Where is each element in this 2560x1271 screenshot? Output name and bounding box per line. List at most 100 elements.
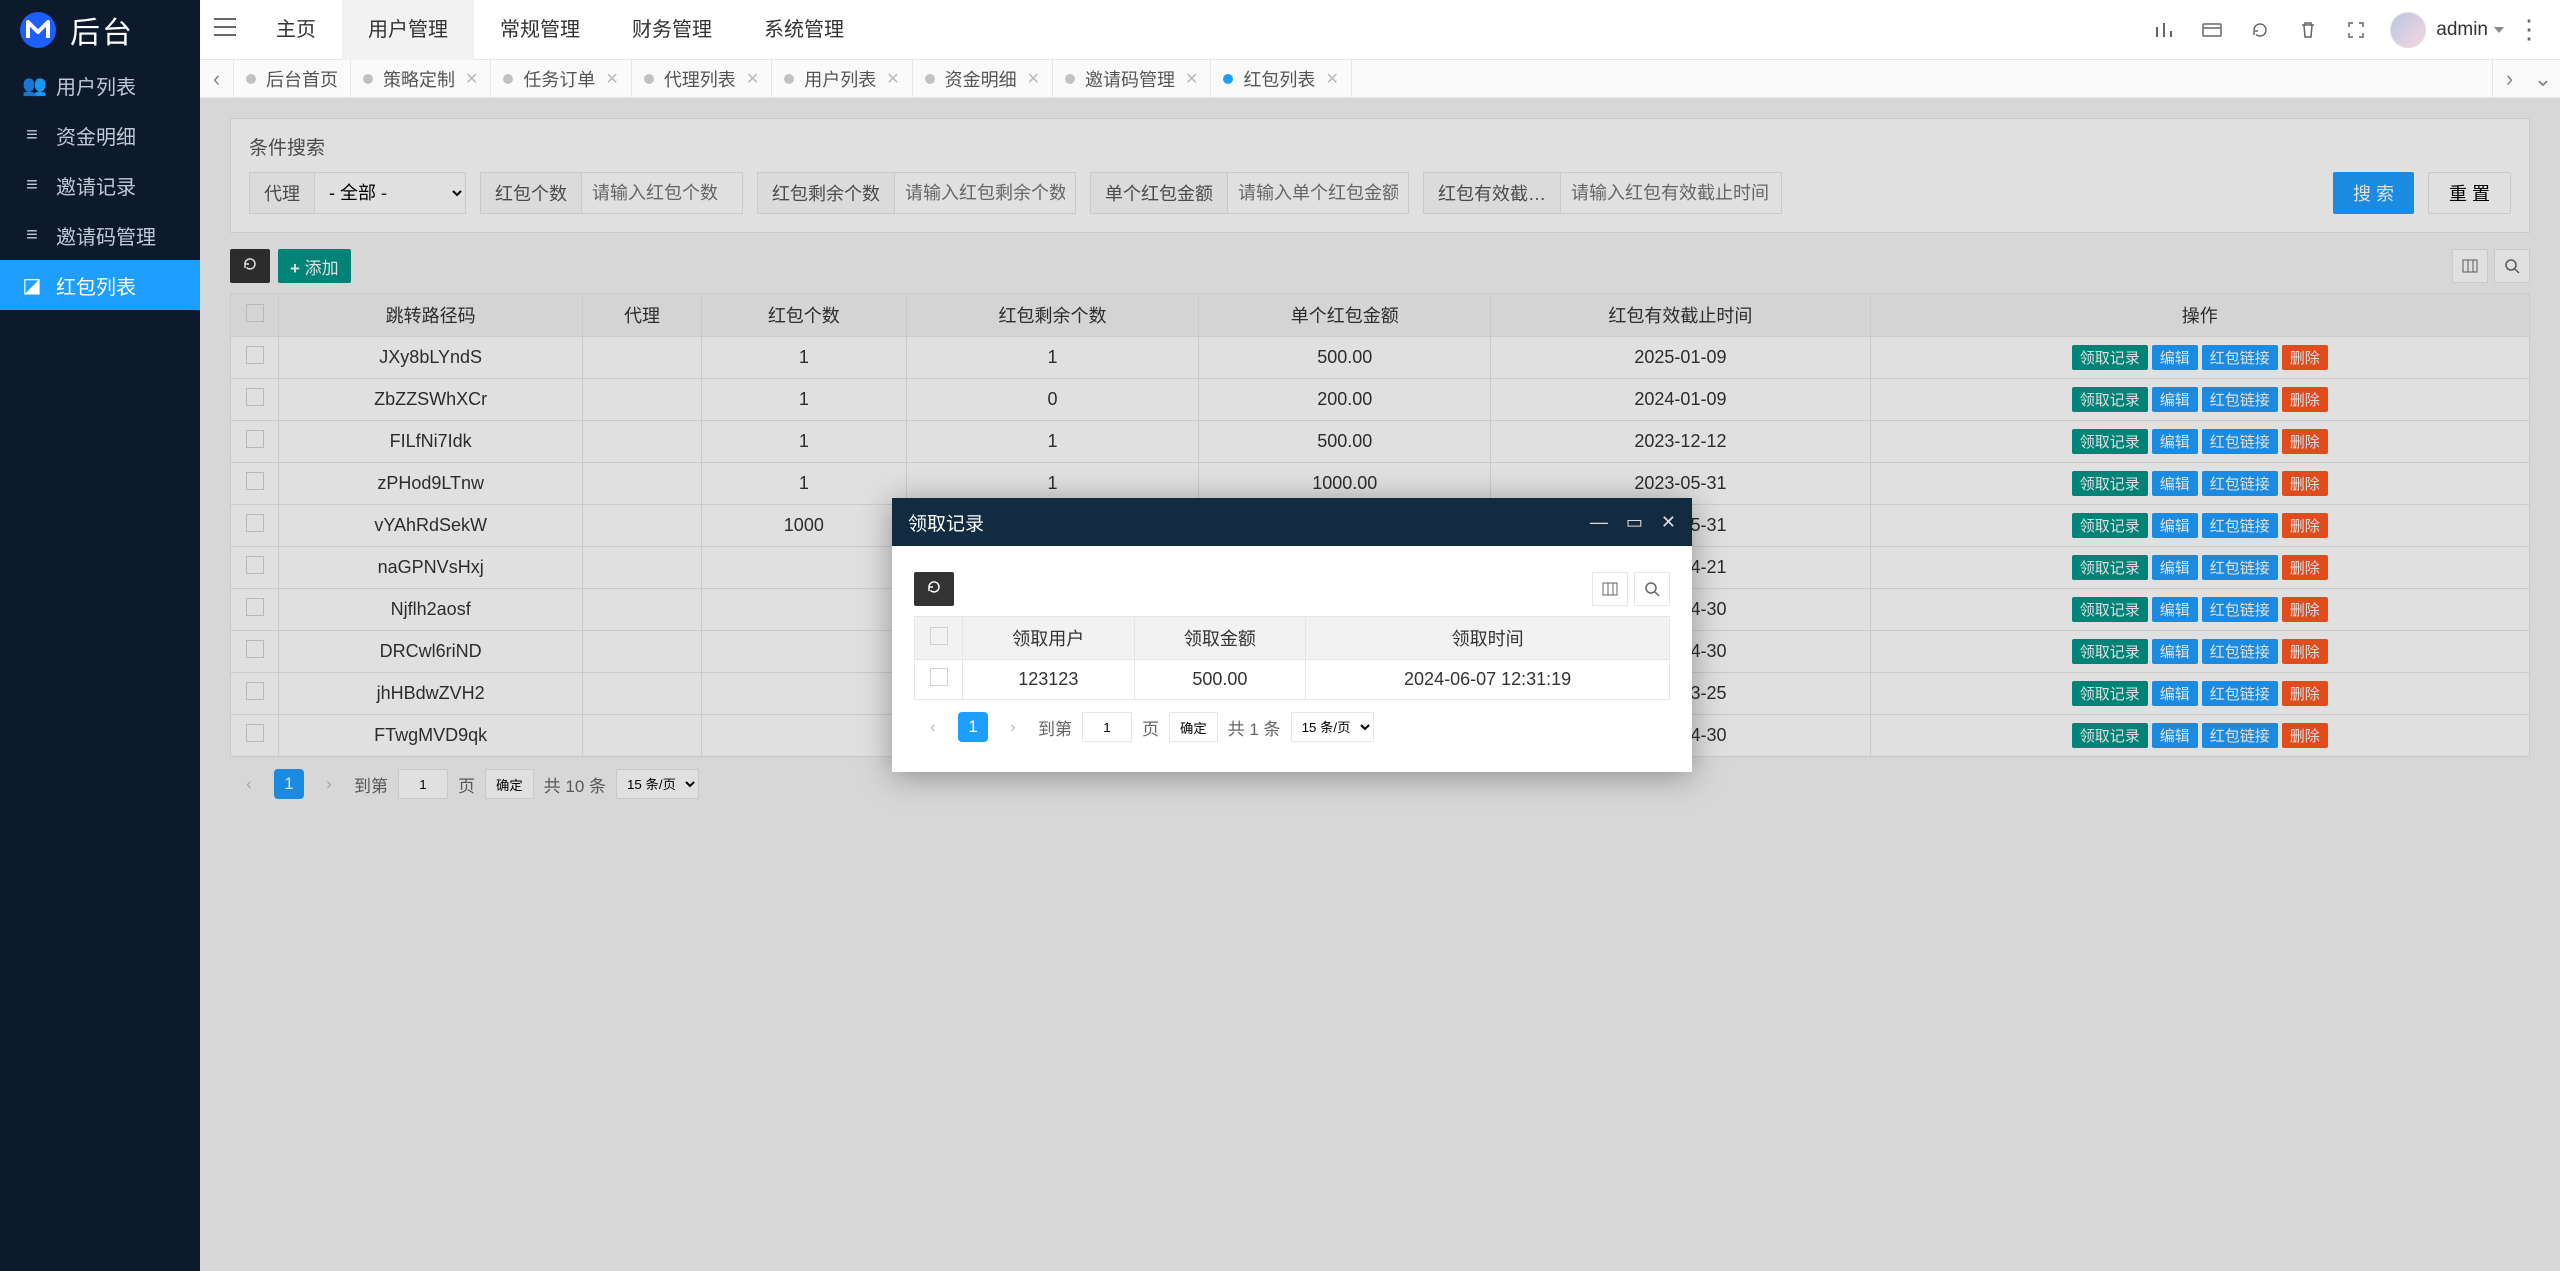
modal-columns-button[interactable] — [1592, 572, 1628, 606]
tabs-scroll-left[interactable]: ‹ — [200, 60, 234, 98]
tab-dot-icon — [925, 74, 935, 84]
logo-text: 后台 — [70, 8, 134, 52]
app-header: 后台 主页用户管理常规管理财务管理系统管理 admin ⋮ — [0, 0, 2560, 60]
tab-dot-icon — [1065, 74, 1075, 84]
tab-close-icon[interactable]: ✕ — [1325, 69, 1338, 89]
sidebar-item[interactable]: ◪ 红包列表 — [0, 260, 200, 310]
modal-select-all[interactable] — [930, 627, 948, 645]
modal-close-icon[interactable]: ✕ — [1661, 512, 1676, 533]
modal-header-cell: 领取金额 — [1134, 617, 1306, 660]
tab[interactable]: 用户列表 ✕ — [772, 60, 912, 98]
sidebar-item-icon: ≡ — [22, 124, 42, 147]
tab[interactable]: 代理列表 ✕ — [632, 60, 772, 98]
sidebar-toggle[interactable] — [200, 18, 250, 42]
columns-icon — [1602, 582, 1618, 596]
tab-close-icon[interactable]: ✕ — [746, 69, 759, 89]
sidebar-item-icon: 👥 — [22, 73, 42, 98]
modal-body: 领取用户领取金额领取时间 123123500.002024-06-07 12:3… — [892, 546, 1692, 772]
sidebar-item-label: 资金明细 — [56, 121, 136, 150]
tab[interactable]: 后台首页 — [234, 60, 351, 98]
sidebar-item-label: 红包列表 — [56, 271, 136, 300]
top-nav-item[interactable]: 用户管理 — [342, 0, 474, 60]
top-nav-item[interactable]: 财务管理 — [606, 0, 738, 60]
modal-pager-prev[interactable]: ‹ — [918, 712, 948, 742]
modal-pager-next[interactable]: › — [998, 712, 1028, 742]
modal-header-cell: 领取时间 — [1306, 617, 1670, 660]
modal-min-icon[interactable]: ― — [1590, 512, 1608, 533]
menu-icon — [214, 18, 236, 36]
modal-pagination: ‹ 1 › 到第 页 确定 共 1 条 15 条/页 — [914, 700, 1670, 754]
header-right: admin ⋮ — [2140, 0, 2560, 60]
modal-titlebar: 领取记录 ― ▭ ✕ — [892, 498, 1692, 546]
fullscreen-icon[interactable] — [2332, 0, 2380, 60]
sidebar-item-icon: ≡ — [22, 224, 42, 247]
more-menu[interactable]: ⋮ — [2516, 14, 2542, 45]
modal-pager-confirm[interactable]: 确定 — [1169, 712, 1218, 742]
modal-row-checkbox[interactable] — [930, 668, 948, 686]
modal-pager-total: 共 1 条 — [1228, 715, 1281, 740]
user-menu-caret[interactable] — [2494, 27, 2504, 33]
modal-pager-goto-input[interactable] — [1082, 712, 1132, 742]
modal-max-icon[interactable]: ▭ — [1626, 512, 1643, 533]
tab-close-icon[interactable]: ✕ — [605, 69, 618, 89]
avatar[interactable] — [2390, 12, 2426, 48]
tab-label: 策略定制 — [383, 66, 455, 92]
cell-amount: 500.00 — [1134, 660, 1306, 700]
tab-close-icon[interactable]: ✕ — [465, 69, 478, 89]
top-nav-item[interactable]: 主页 — [250, 0, 342, 60]
tab[interactable]: 红包列表 ✕ — [1211, 60, 1351, 98]
sidebar-item[interactable]: ≡邀请码管理 — [0, 210, 200, 260]
sidebar-item-icon: ◪ — [22, 273, 42, 298]
record-modal: 领取记录 ― ▭ ✕ 领取用户领取金额领取时间 123123500.002024… — [892, 498, 1692, 772]
tabs-scroll-right[interactable]: › — [2492, 60, 2526, 98]
sidebar-item-icon: ≡ — [22, 174, 42, 197]
user-name: admin — [2436, 19, 2488, 41]
tab-dot-icon — [1223, 74, 1233, 84]
modal-table: 领取用户领取金额领取时间 123123500.002024-06-07 12:3… — [914, 616, 1670, 700]
tab[interactable]: 邀请码管理 ✕ — [1053, 60, 1211, 98]
tab-dot-icon — [503, 74, 513, 84]
top-nav: 主页用户管理常规管理财务管理系统管理 — [250, 0, 870, 60]
tab-close-icon[interactable]: ✕ — [886, 69, 899, 89]
tab[interactable]: 任务订单✕ — [491, 60, 631, 98]
modal-refresh-button[interactable] — [914, 572, 954, 606]
search-icon — [1644, 581, 1660, 597]
sidebar: 👥 用户列表 ≡ 资金明细 ≡邀请记录≡邀请码管理 ◪ 红包列表 — [0, 60, 200, 1271]
sidebar-item-label: 用户列表 — [56, 71, 136, 100]
sidebar-item[interactable]: 👥 用户列表 — [0, 60, 200, 110]
tab[interactable]: 资金明细 ✕ — [913, 60, 1053, 98]
modal-title-text: 领取记录 — [908, 509, 984, 536]
tab[interactable]: 策略定制 ✕ — [351, 60, 491, 98]
top-nav-item[interactable]: 系统管理 — [738, 0, 870, 60]
tab-dot-icon — [246, 74, 256, 84]
card-icon[interactable] — [2188, 0, 2236, 60]
logo: 后台 — [0, 0, 200, 60]
modal-search-button[interactable] — [1634, 572, 1670, 606]
cell-time: 2024-06-07 12:31:19 — [1306, 660, 1670, 700]
tabs-row: ‹ 后台首页策略定制✕任务订单✕代理列表✕用户列表✕资金明细✕邀请码管理✕红包列… — [200, 60, 2560, 98]
sidebar-item[interactable]: ≡邀请记录 — [0, 160, 200, 210]
cell-user: 123123 — [963, 660, 1135, 700]
modal-pager-current[interactable]: 1 — [958, 712, 988, 742]
tab-label: 邀请码管理 — [1085, 66, 1175, 92]
tab-label: 用户列表 — [804, 66, 876, 92]
top-nav-item[interactable]: 常规管理 — [474, 0, 606, 60]
modal-header-cell: 领取用户 — [963, 617, 1135, 660]
logo-icon — [20, 12, 56, 48]
tab-dot-icon — [363, 74, 373, 84]
refresh-icon[interactable] — [2236, 0, 2284, 60]
trash-icon[interactable] — [2284, 0, 2332, 60]
tab-dot-icon — [784, 74, 794, 84]
sidebar-item[interactable]: ≡ 资金明细 — [0, 110, 200, 160]
tabs-menu[interactable]: ⌄ — [2526, 60, 2560, 98]
modal-pager-page-suffix: 页 — [1142, 715, 1159, 740]
modal-pager-goto-label: 到第 — [1038, 715, 1072, 740]
tab-close-icon[interactable]: ✕ — [1027, 69, 1040, 89]
modal-toolbar — [914, 572, 1670, 606]
stats-icon[interactable] — [2140, 0, 2188, 60]
tab-label: 资金明细 — [945, 66, 1017, 92]
modal-pager-perpage[interactable]: 15 条/页 — [1291, 712, 1374, 742]
tab-label: 代理列表 — [664, 66, 736, 92]
tab-label: 红包列表 — [1243, 66, 1315, 92]
tab-close-icon[interactable]: ✕ — [1185, 69, 1198, 89]
